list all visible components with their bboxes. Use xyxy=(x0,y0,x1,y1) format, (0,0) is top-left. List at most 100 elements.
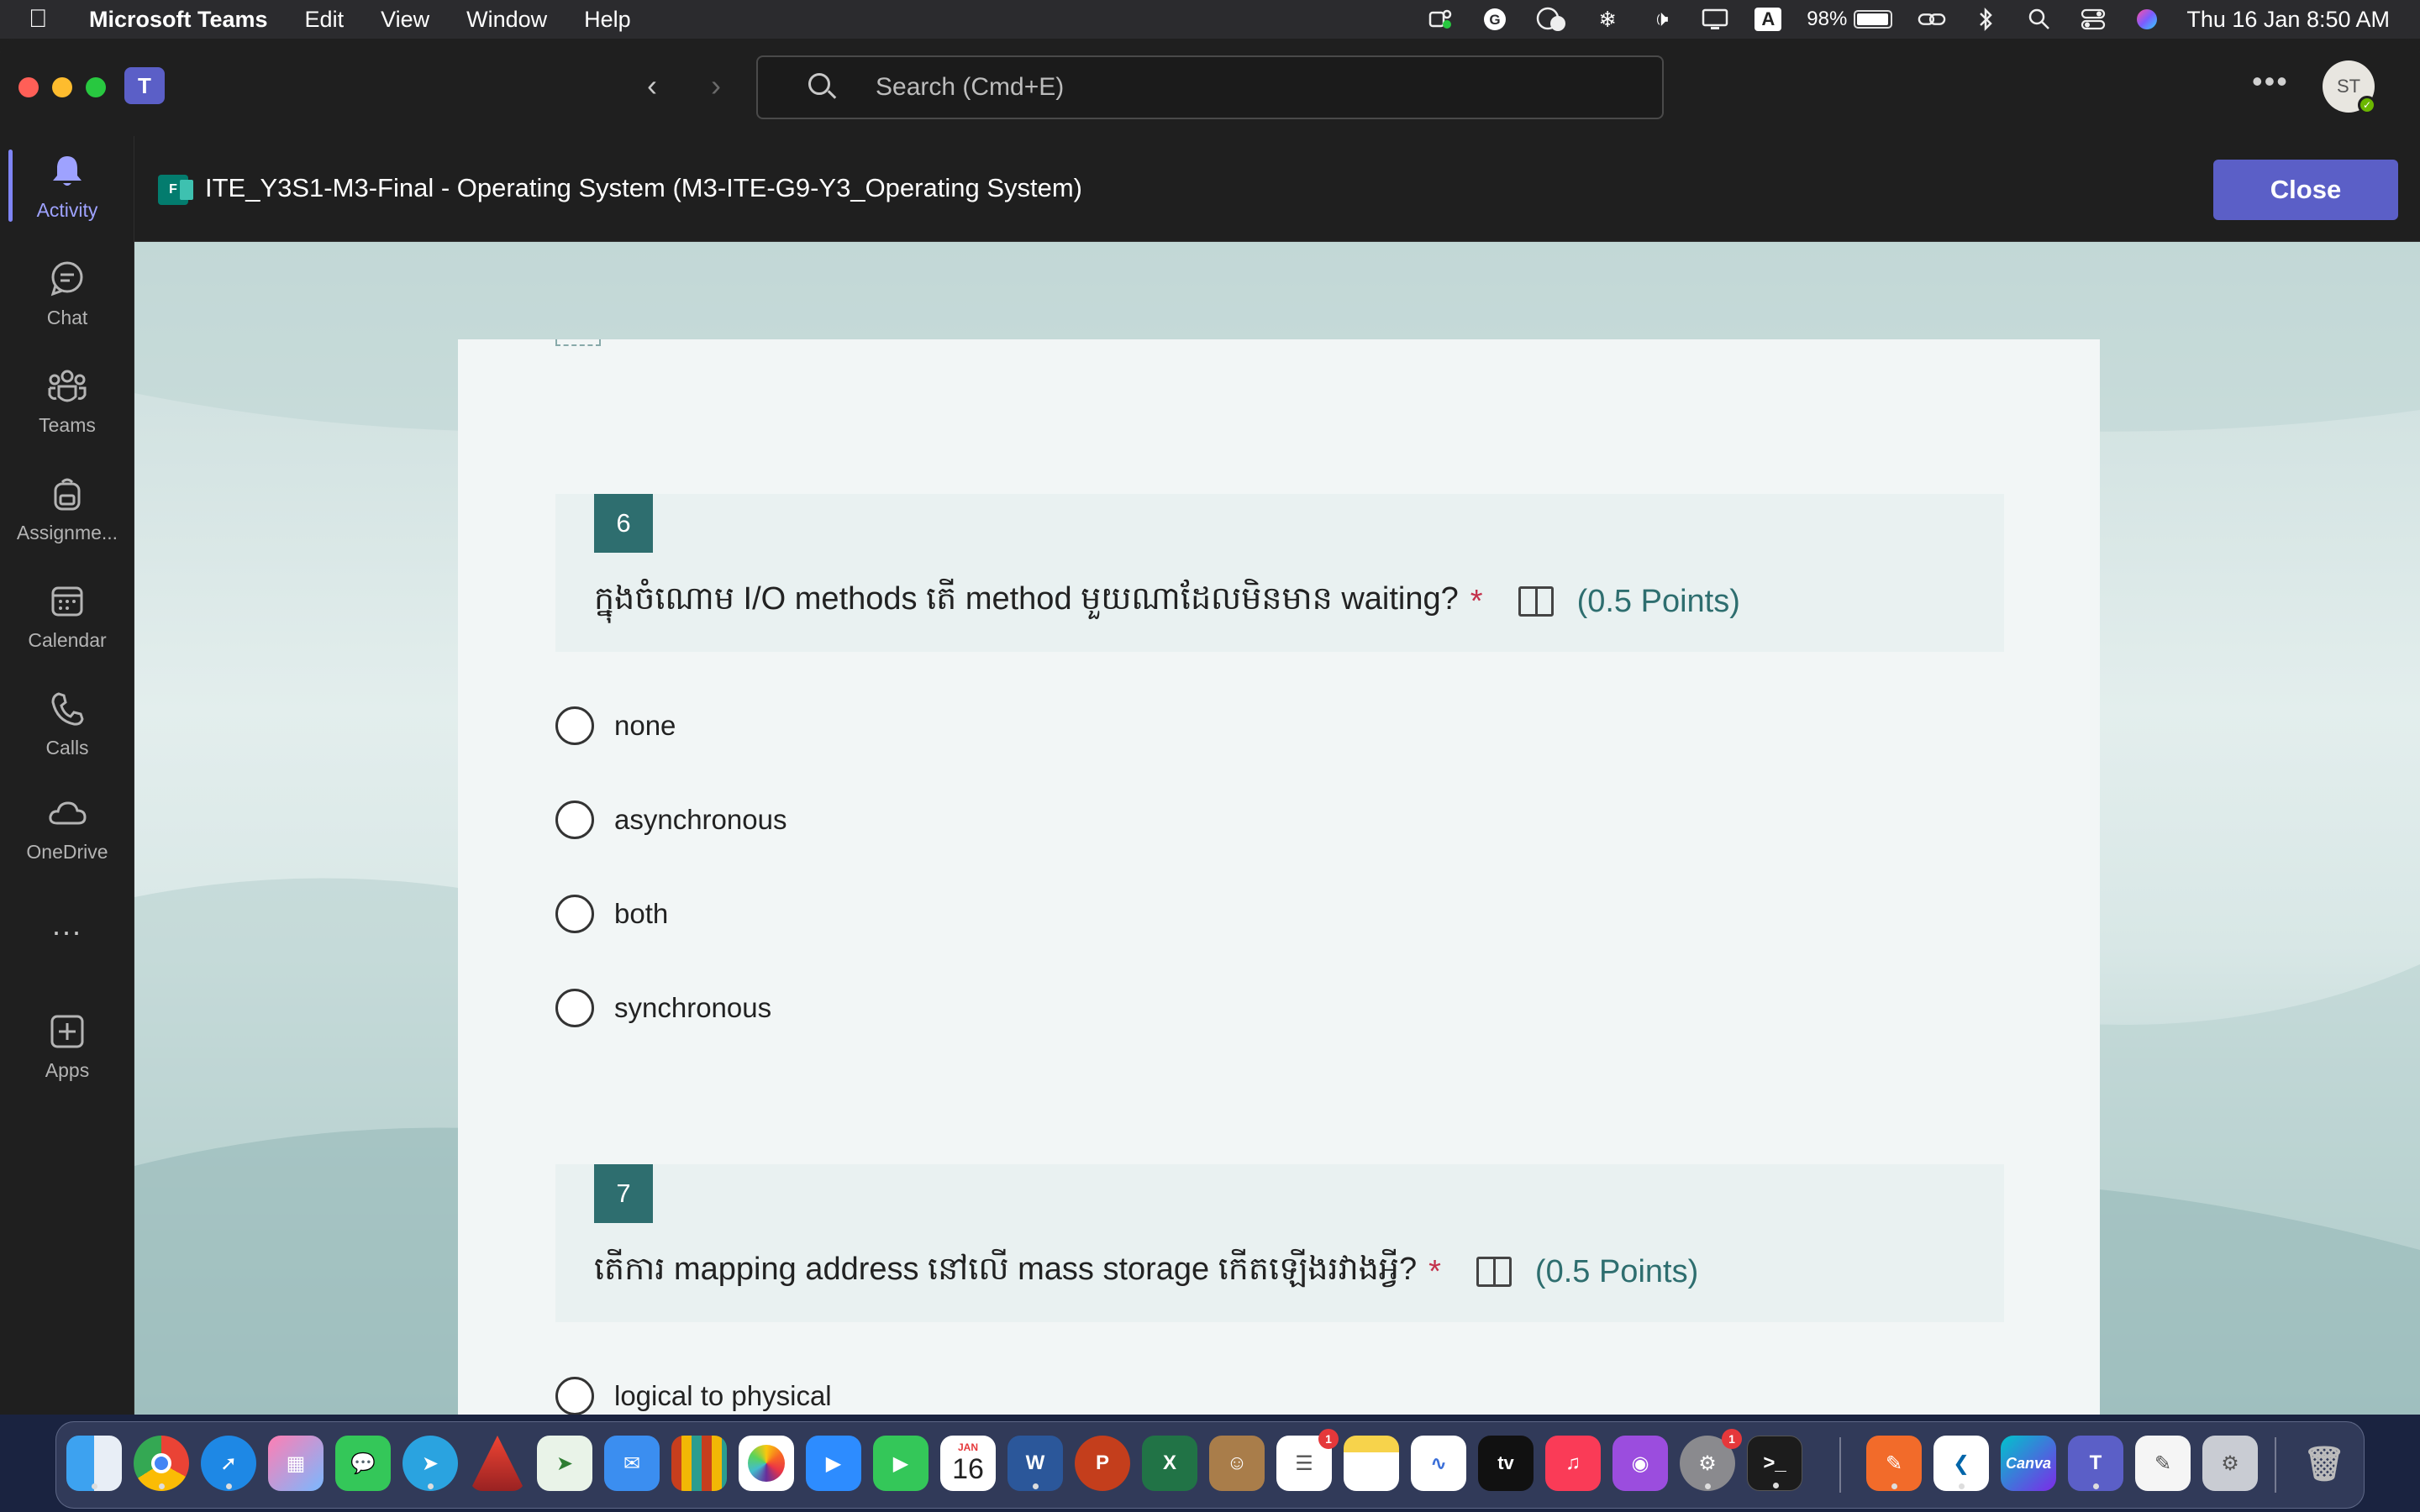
textedit-icon[interactable]: ✎ xyxy=(2135,1436,2191,1491)
messages-icon[interactable]: 💬 xyxy=(335,1436,391,1491)
trash-icon[interactable]: 🗑 xyxy=(2296,1436,2352,1491)
badge-count-icon[interactable] xyxy=(1534,7,1568,32)
option-label: asynchronous xyxy=(614,804,787,835)
rail-item-label: Calls xyxy=(45,736,89,759)
rail-item-label: Assignme... xyxy=(16,521,118,543)
close-button[interactable]: Close xyxy=(2213,160,2398,220)
radio-button[interactable] xyxy=(555,801,594,839)
dock: ➚ ▦ 💬 ➤ ➤ ✉ ▶ ▶ JAN 16 W P X ☺ ☰ 1 ∿ tv ♫… xyxy=(55,1421,2365,1509)
utility-icon[interactable]: ⚙ xyxy=(2202,1436,2258,1491)
finder-icon[interactable] xyxy=(66,1436,122,1491)
facetime-icon[interactable]: ▶ xyxy=(873,1436,929,1491)
window-minimize-button[interactable] xyxy=(52,77,72,97)
music-icon[interactable]: ♫ xyxy=(1545,1436,1601,1491)
rail-item-apps[interactable]: Apps xyxy=(0,1000,134,1092)
rail-item-teams[interactable]: Teams xyxy=(0,354,134,447)
option-none[interactable]: none xyxy=(555,701,676,751)
rail-item-onedrive[interactable]: OneDrive xyxy=(0,781,134,874)
safari-icon[interactable]: ➚ xyxy=(201,1436,256,1491)
rail-item-activity[interactable]: Activity xyxy=(0,139,134,232)
chrome-icon[interactable] xyxy=(134,1436,189,1491)
menu-edit[interactable]: Edit xyxy=(305,7,345,33)
siri-icon[interactable] xyxy=(2133,7,2161,32)
canva-icon[interactable]: Canva xyxy=(2001,1436,2056,1491)
question-text: តើការ mapping address នៅលើ mass storage … xyxy=(594,1252,1418,1287)
forward-arrow-icon[interactable]: › xyxy=(697,67,734,104)
question-6: 6 ក្នុងចំណោម I/O methods តើ method មួយណា… xyxy=(555,494,2004,652)
back-arrow-icon[interactable]: ‹ xyxy=(634,67,671,104)
vscode-icon[interactable]: ❮ xyxy=(1933,1436,1989,1491)
battery-status[interactable]: 98% xyxy=(1807,8,1893,31)
window-zoom-button[interactable] xyxy=(86,77,106,97)
pdf-app-icon[interactable] xyxy=(470,1436,525,1491)
word-icon[interactable]: W xyxy=(1007,1436,1063,1491)
spotlight-icon[interactable] xyxy=(2025,7,2054,32)
freeform-icon[interactable]: ∿ xyxy=(1411,1436,1466,1491)
forms-icon: F xyxy=(158,175,193,205)
input-source-indicator[interactable]: A xyxy=(1754,8,1782,31)
zoom-icon[interactable]: ▶ xyxy=(806,1436,861,1491)
radio-button[interactable] xyxy=(555,989,594,1027)
terminal-icon[interactable]: >_ xyxy=(1747,1436,1802,1491)
apple-tv-icon[interactable]: tv xyxy=(1478,1436,1534,1491)
launchpad-icon[interactable]: ▦ xyxy=(268,1436,324,1491)
option-asynchronous[interactable]: asynchronous xyxy=(555,795,786,845)
menu-clock[interactable]: Thu 16 Jan 8:50 AM xyxy=(2186,7,2390,33)
title-bar: T ‹ › Search (Cmd+E) ••• ST ✓ xyxy=(0,39,2420,136)
notes-icon[interactable] xyxy=(1344,1436,1399,1491)
calendar-app-icon[interactable]: JAN 16 xyxy=(940,1436,996,1491)
teams-dock-icon[interactable]: T xyxy=(2068,1436,2123,1491)
question-text: ក្នុងចំណោម I/O methods តើ method មួយណាដែ… xyxy=(594,581,1459,617)
more-apps-icon[interactable]: ... xyxy=(0,907,134,942)
menu-help[interactable]: Help xyxy=(584,7,631,33)
control-center-icon[interactable] xyxy=(2079,7,2107,32)
grammarly-icon[interactable]: G xyxy=(1481,7,1509,32)
teams-status-icon[interactable] xyxy=(1427,7,1455,32)
menu-view[interactable]: View xyxy=(381,7,429,33)
system-settings-icon[interactable]: ⚙ 1 xyxy=(1680,1429,1742,1491)
apple-menu-icon[interactable]:  xyxy=(29,5,62,34)
immersive-reader-icon[interactable] xyxy=(1518,586,1554,617)
search-icon xyxy=(808,73,837,102)
radio-button[interactable] xyxy=(555,706,594,745)
volume-icon[interactable]: 🕩 xyxy=(1647,6,1676,32)
immersive-reader-icon[interactable] xyxy=(1476,1257,1512,1287)
form-card: 6 ក្នុងចំណោម I/O methods តើ method មួយណា… xyxy=(458,339,2100,1415)
option-synchronous[interactable]: synchronous xyxy=(555,983,771,1033)
avatar[interactable]: ST ✓ xyxy=(2323,60,2376,114)
photos-icon[interactable] xyxy=(739,1436,794,1491)
rail-item-calls[interactable]: Calls xyxy=(0,677,134,769)
bluetooth-icon[interactable] xyxy=(1971,7,2000,32)
link-icon[interactable] xyxy=(1918,7,1946,32)
archiver-icon[interactable] xyxy=(671,1436,727,1491)
desktop-strip: ➚ ▦ 💬 ➤ ➤ ✉ ▶ ▶ JAN 16 W P X ☺ ☰ 1 ∿ tv ♫… xyxy=(0,1415,2420,1512)
question-points: (0.5 Points) xyxy=(1576,583,1740,619)
snowflake-icon[interactable]: ❄ xyxy=(1593,7,1622,32)
radio-button[interactable] xyxy=(555,1377,594,1415)
app-menu[interactable]: Microsoft Teams xyxy=(89,7,268,33)
radio-button[interactable] xyxy=(555,895,594,933)
more-options-icon[interactable]: ••• xyxy=(2252,64,2289,99)
option-both[interactable]: both xyxy=(555,889,668,939)
window-close-button[interactable] xyxy=(18,77,39,97)
menu-window[interactable]: Window xyxy=(466,7,547,33)
mail-icon[interactable]: ✉ xyxy=(604,1436,660,1491)
maps-icon[interactable]: ➤ xyxy=(537,1436,592,1491)
display-icon[interactable] xyxy=(1701,7,1729,32)
excel-icon[interactable]: X xyxy=(1142,1436,1197,1491)
option-logical-to-physical[interactable]: logical to physical xyxy=(555,1371,832,1415)
rail-item-chat[interactable]: Chat xyxy=(0,247,134,339)
phone-icon xyxy=(46,688,88,730)
option-label: logical to physical xyxy=(614,1380,832,1411)
rail-item-assignments[interactable]: Assignme... xyxy=(0,462,134,554)
powerpoint-icon[interactable]: P xyxy=(1075,1436,1130,1491)
chat-icon xyxy=(46,258,88,300)
telegram-icon[interactable]: ➤ xyxy=(402,1436,458,1491)
rail-item-calendar[interactable]: Calendar xyxy=(0,570,134,662)
contacts-icon[interactable]: ☺ xyxy=(1209,1436,1265,1491)
pen-app-icon[interactable]: ✎ xyxy=(1866,1436,1922,1491)
search-input[interactable]: Search (Cmd+E) xyxy=(756,55,1664,119)
dock-separator xyxy=(2275,1437,2276,1493)
podcasts-icon[interactable]: ◉ xyxy=(1612,1436,1668,1491)
reminders-icon[interactable]: ☰ 1 xyxy=(1276,1429,1339,1491)
